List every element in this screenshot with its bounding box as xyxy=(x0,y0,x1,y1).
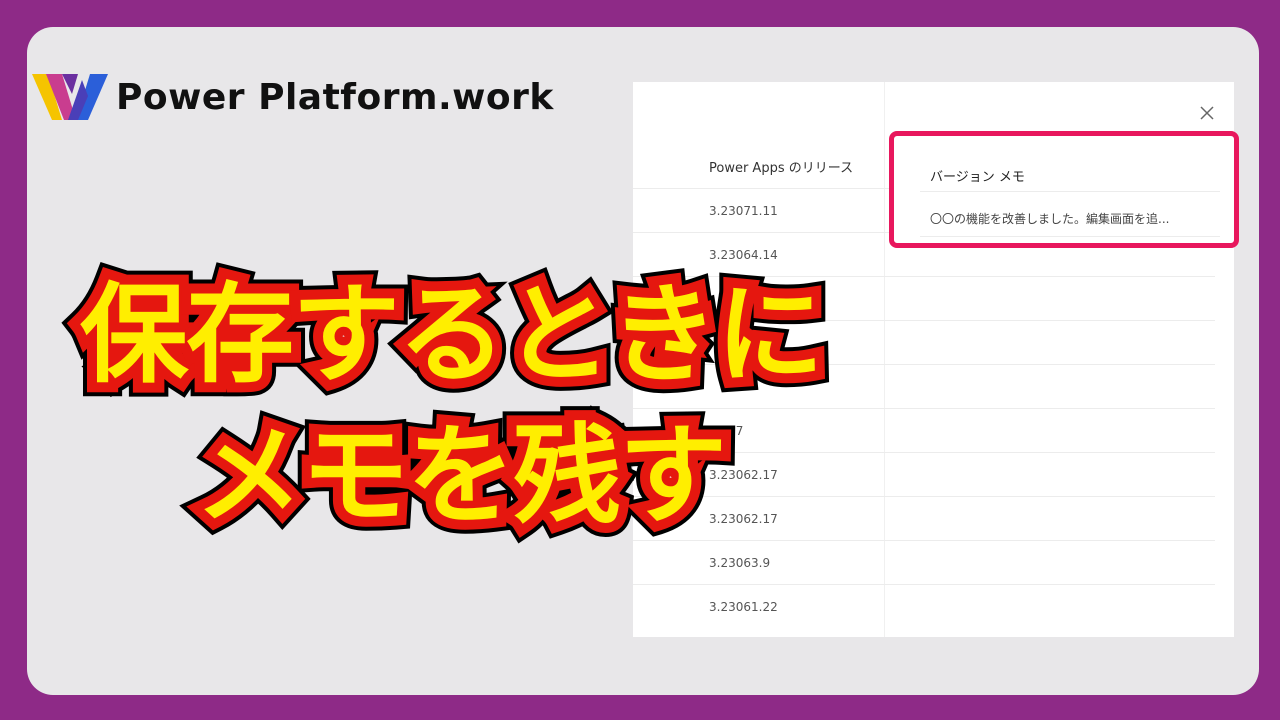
table-row[interactable]: 3.23063.9 xyxy=(633,540,885,584)
memo-column xyxy=(885,188,1215,628)
version-memo-label: バージョン メモ xyxy=(930,170,1025,185)
memo-row xyxy=(885,496,1215,540)
memo-row xyxy=(885,276,1215,320)
divider xyxy=(920,191,1220,192)
version-cell: 3.23071.11 xyxy=(709,203,778,218)
headline-line-1: 保存するときに 保存するときに 保存するときに xyxy=(66,268,838,404)
version-cell: 3.23061.22 xyxy=(709,599,778,614)
version-memo-highlight: バージョン メモ 〇〇の機能を改善しました。編集画面を追... xyxy=(889,131,1239,248)
version-memo-value[interactable]: 〇〇の機能を改善しました。編集画面を追... xyxy=(930,210,1169,227)
table-row[interactable]: 3.23061.22 xyxy=(633,584,885,628)
memo-row xyxy=(885,452,1215,496)
memo-row xyxy=(885,320,1215,364)
memo-row xyxy=(885,408,1215,452)
headline-line-1-text: 保存するときに xyxy=(80,273,824,398)
version-cell: 3.23064.14 xyxy=(709,247,778,262)
power-platform-logo-icon xyxy=(32,74,108,120)
close-button[interactable] xyxy=(1198,104,1216,122)
headline-line-2: メモを残す メモを残す メモを残す xyxy=(181,409,741,545)
divider xyxy=(920,236,1220,237)
brand-logo: Power Platform.work xyxy=(32,72,554,122)
brand-name: Power Platform.work xyxy=(116,76,554,118)
version-cell: 3.23063.9 xyxy=(709,555,771,570)
table-row[interactable]: 3.23071.11 xyxy=(633,188,885,232)
memo-row xyxy=(885,540,1215,584)
memo-row xyxy=(885,584,1215,628)
headline-line-2-text: メモを残す xyxy=(195,414,727,539)
table-row[interactable]: 3.23064.14 xyxy=(633,232,885,276)
column-header: Power Apps のリリース xyxy=(709,161,854,176)
close-icon xyxy=(1200,106,1214,120)
memo-row xyxy=(885,364,1215,408)
